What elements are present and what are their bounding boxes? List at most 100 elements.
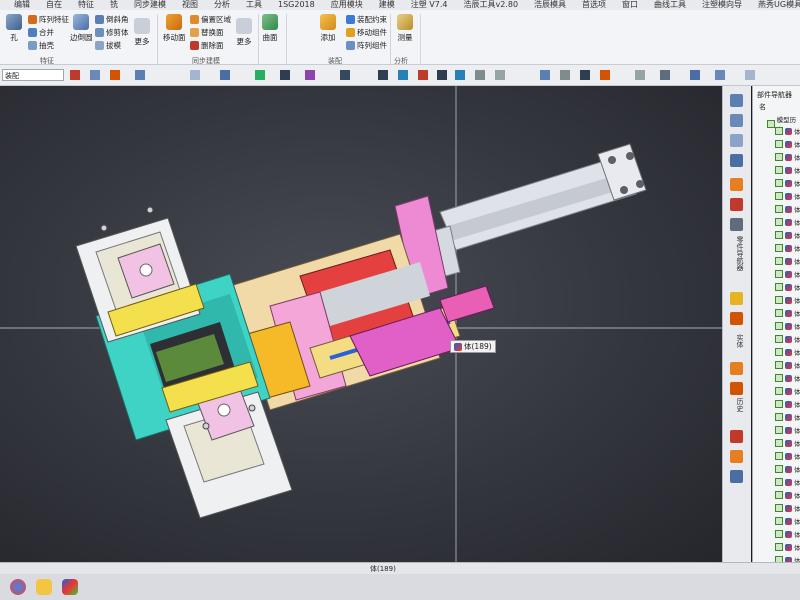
checkbox[interactable] [775, 504, 783, 512]
menu-item[interactable]: 注塑 V7.4 [411, 0, 448, 10]
checkbox[interactable] [775, 322, 783, 330]
menu-item[interactable]: 浩辰工具v2.80 [463, 0, 518, 10]
checkbox[interactable] [775, 400, 783, 408]
checkbox[interactable] [775, 218, 783, 226]
side-tab[interactable]: 历史 [729, 398, 745, 412]
tree-row[interactable]: 体 [775, 139, 800, 149]
tree-row[interactable]: 体 [775, 334, 800, 344]
web-browser-icon[interactable] [730, 218, 743, 231]
tree-row[interactable]: 体 [775, 295, 800, 305]
checkbox[interactable] [775, 413, 783, 421]
tree-row[interactable]: 体 [775, 230, 800, 240]
checkbox[interactable] [775, 257, 783, 265]
checkbox[interactable] [775, 296, 783, 304]
menu-item[interactable]: 同步建模 [134, 0, 166, 10]
tree-row[interactable]: 体 [775, 178, 800, 188]
tool-icon[interactable] [730, 312, 743, 325]
chamfer-button[interactable]: 倒斜角 [95, 14, 129, 25]
fit-icon[interactable] [560, 70, 570, 80]
palette-icon[interactable] [730, 292, 743, 305]
checkbox[interactable] [775, 452, 783, 460]
checkbox[interactable] [775, 374, 783, 382]
checkbox[interactable] [775, 283, 783, 291]
delete-face-button[interactable]: 删除面 [190, 40, 224, 51]
menu-item[interactable]: 建模 [379, 0, 395, 10]
add-button[interactable]: 添加 [320, 14, 336, 43]
checkbox[interactable] [775, 530, 783, 538]
tree-row[interactable]: 体 [775, 425, 800, 435]
tree-row[interactable]: 体 [775, 464, 800, 474]
checkbox[interactable] [775, 244, 783, 252]
tree-row[interactable]: 体 [775, 191, 800, 201]
trim-body-button[interactable]: 修剪体 [95, 27, 129, 38]
tree-row[interactable]: 体 [775, 516, 800, 526]
replace-face-button[interactable]: 替换面 [190, 27, 224, 38]
menu-item[interactable]: 注塑模向导 [702, 0, 742, 10]
tree-row[interactable]: 体 [775, 555, 800, 562]
checkbox[interactable] [775, 517, 783, 525]
tree-row[interactable]: 体 [775, 438, 800, 448]
checkbox[interactable] [775, 465, 783, 473]
surface-button[interactable]: 曲面 [262, 14, 278, 43]
checkbox[interactable] [775, 439, 783, 447]
tree-row[interactable]: 体 [775, 386, 800, 396]
menu-item[interactable]: 应用模块 [331, 0, 363, 10]
checkbox[interactable] [775, 348, 783, 356]
graphics-viewport[interactable]: 体(189) [0, 86, 728, 562]
assembly-navigator-icon[interactable] [730, 114, 743, 127]
tree-row[interactable]: 体 [775, 347, 800, 357]
history-icon[interactable] [730, 178, 743, 191]
checkbox[interactable] [775, 309, 783, 317]
select-icon[interactable] [90, 70, 100, 80]
draft-button[interactable]: 拔模 [95, 40, 121, 51]
shell-button[interactable]: 抽壳 [28, 40, 54, 51]
tree-row[interactable]: 体 [775, 503, 800, 513]
menu-item[interactable]: 视图 [182, 0, 198, 10]
menu-item[interactable]: 工具 [246, 0, 262, 10]
tree-row[interactable]: 体 [775, 282, 800, 292]
move-face-button[interactable]: 移动面 [163, 14, 186, 43]
tree-row[interactable]: 体 [775, 217, 800, 227]
tree-row[interactable]: 体 [775, 165, 800, 175]
checkbox[interactable] [775, 478, 783, 486]
checkbox[interactable] [775, 231, 783, 239]
center-point-icon[interactable] [398, 70, 408, 80]
checkbox[interactable] [775, 192, 783, 200]
checkbox[interactable] [775, 361, 783, 369]
tangent-icon[interactable] [455, 70, 465, 80]
visual-icon[interactable] [730, 470, 743, 483]
cad-app-icon[interactable] [62, 579, 78, 595]
checkbox[interactable] [775, 426, 783, 434]
tree-row[interactable]: 体 [775, 529, 800, 539]
menu-item[interactable]: 窗口 [622, 0, 638, 10]
grid-icon[interactable] [495, 70, 505, 80]
menu-item[interactable]: 首选项 [582, 0, 606, 10]
material-icon[interactable] [730, 382, 743, 395]
snap-icon[interactable] [110, 70, 120, 80]
checkbox[interactable] [775, 179, 783, 187]
spline-icon[interactable] [340, 70, 350, 80]
unite-button[interactable]: 合并 [28, 27, 54, 38]
menu-item[interactable]: 铣 [110, 0, 118, 10]
tree-row[interactable]: 体 [775, 256, 800, 266]
side-tab[interactable]: 零件导航器 [729, 236, 745, 271]
layer-icon[interactable] [730, 430, 743, 443]
layer-icon[interactable] [730, 450, 743, 463]
rotate-icon[interactable] [475, 70, 485, 80]
constraint-navigator-icon[interactable] [730, 134, 743, 147]
filter-icon[interactable] [70, 70, 80, 80]
menu-item[interactable]: 曲线工具 [654, 0, 686, 10]
cross-icon[interactable] [437, 70, 447, 80]
hole-button[interactable]: 孔 [6, 14, 22, 43]
wcs-icon[interactable] [745, 70, 755, 80]
orient-icon[interactable] [600, 70, 610, 80]
checkbox[interactable] [775, 491, 783, 499]
checkbox[interactable] [775, 270, 783, 278]
menu-item[interactable]: 编辑 [14, 0, 30, 10]
checkbox[interactable] [775, 166, 783, 174]
menu-item[interactable]: 燕秀UG模具11.2 [758, 0, 800, 10]
select-all-icon[interactable] [135, 70, 145, 80]
edge-blend-button[interactable]: 边倒圆 [70, 14, 93, 43]
tree-row[interactable]: 体 [775, 204, 800, 214]
shade-icon[interactable] [690, 70, 700, 80]
